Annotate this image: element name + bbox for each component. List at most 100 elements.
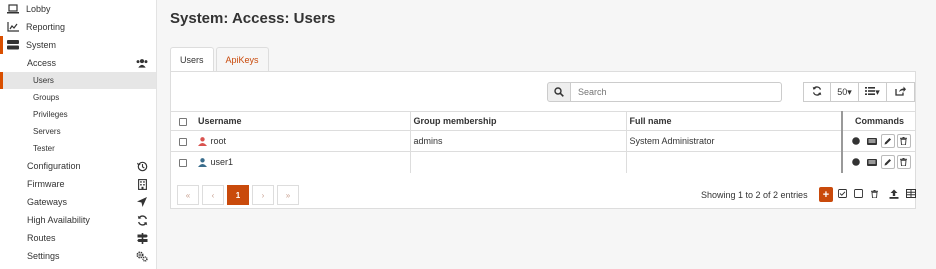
delete-selected-button[interactable]	[867, 187, 881, 202]
users-panel: 50 ▾ ▾ Username Group membership	[170, 71, 916, 209]
row-select-cell	[171, 130, 195, 152]
sidebar-item-label: Users	[33, 76, 54, 85]
group-membership-cell: admins	[409, 130, 626, 152]
row-commands	[846, 155, 913, 170]
username-cell: user1	[195, 151, 410, 173]
column-header-full-name[interactable]: Full name	[625, 111, 842, 131]
username-text: root	[210, 135, 227, 146]
refresh-icon	[136, 214, 148, 226]
refresh-button[interactable]	[803, 82, 831, 102]
edit-pencil-icon[interactable]	[880, 155, 895, 170]
sidebar-item-label: Tester	[33, 144, 55, 153]
sidebar-item-lobby[interactable]: Lobby	[0, 0, 156, 18]
keyboard-icon[interactable]	[865, 155, 879, 169]
edit-pencil-icon[interactable]	[880, 134, 895, 148]
table-view-button[interactable]	[904, 187, 918, 202]
sidebar-item-routes[interactable]: Routes	[0, 229, 156, 247]
search-input[interactable]	[571, 82, 782, 102]
sidebar-item-reporting[interactable]: Reporting	[0, 18, 156, 36]
status-dot-icon[interactable]	[849, 134, 863, 148]
table-header-row: Username Group membership Full name Comm…	[171, 111, 916, 131]
disable-selected-button[interactable]	[851, 187, 865, 202]
upload-icon	[889, 189, 899, 201]
trash-icon	[870, 189, 878, 200]
sidebar-item-high-availability[interactable]: High Availability	[0, 211, 156, 229]
first-page-button[interactable]: «	[177, 185, 199, 205]
check-square-icon	[837, 189, 847, 200]
username-cell: root	[195, 130, 410, 152]
pagination-summary: Showing 1 to 2 of 2 entries	[701, 190, 808, 200]
laptop-icon	[7, 4, 19, 14]
delete-trash-icon[interactable]	[896, 134, 911, 148]
list-icon	[865, 87, 876, 97]
column-header-username[interactable]: Username	[195, 111, 410, 131]
row-checkbox[interactable]	[179, 158, 187, 167]
last-page-button[interactable]: »	[277, 185, 299, 205]
user-icon	[198, 137, 207, 147]
sidebar: Lobby Reporting System Access Users Grou…	[0, 0, 157, 269]
server-icon	[7, 40, 19, 50]
search-icon[interactable]	[547, 82, 571, 102]
keyboard-icon[interactable]	[865, 134, 879, 148]
plus-icon: +	[822, 188, 830, 201]
sidebar-item-tester[interactable]: Tester	[0, 140, 156, 157]
sidebar-item-servers[interactable]: Servers	[0, 123, 156, 140]
table-row: user1	[171, 151, 916, 173]
sidebar-item-system[interactable]: System	[0, 36, 156, 54]
sidebar-item-settings[interactable]: Settings	[0, 247, 156, 265]
grid-toolbar: 50 ▾ ▾	[803, 82, 915, 102]
table-icon	[906, 189, 916, 200]
users-table: Username Group membership Full name Comm…	[171, 111, 916, 173]
row-select-cell	[171, 151, 195, 173]
sidebar-item-label: Settings	[27, 251, 60, 261]
pagination: « ‹ 1 › »	[177, 185, 302, 205]
building-icon	[136, 178, 148, 190]
prev-page-button[interactable]: ‹	[202, 185, 224, 205]
sidebar-item-firmware[interactable]: Firmware	[0, 175, 156, 193]
delete-trash-icon[interactable]	[896, 155, 911, 170]
search-group	[547, 82, 782, 102]
sidebar-item-label: High Availability	[27, 215, 90, 225]
bulk-actions: +	[819, 187, 881, 202]
rows-per-page-value: 50	[837, 87, 848, 97]
full-name-cell	[625, 151, 842, 173]
sidebar-item-label: Lobby	[26, 4, 51, 14]
row-checkbox[interactable]	[179, 137, 187, 146]
export-button[interactable]	[887, 82, 915, 102]
commands-cell	[841, 151, 916, 173]
sidebar-item-label: Servers	[33, 127, 61, 136]
sidebar-item-label: Routes	[27, 233, 56, 243]
columns-dropdown[interactable]: ▾	[859, 82, 887, 102]
enable-selected-button[interactable]	[835, 187, 849, 202]
select-all-cell	[171, 111, 195, 131]
sidebar-item-label: Configuration	[27, 161, 81, 171]
signpost-icon	[136, 232, 148, 244]
tab-users[interactable]: Users	[170, 47, 214, 72]
sidebar-item-label: System	[26, 40, 57, 50]
tab-bar: Users ApiKeys	[170, 47, 271, 72]
current-page-button[interactable]: 1	[227, 185, 249, 205]
rows-per-page-dropdown[interactable]: 50 ▾	[831, 82, 859, 102]
sidebar-item-label: Reporting	[26, 22, 66, 32]
group-membership-cell	[409, 151, 626, 173]
location-arrow-icon	[136, 196, 148, 208]
sidebar-item-label: Groups	[33, 93, 60, 102]
add-user-button[interactable]: +	[819, 187, 833, 202]
commands-cell	[841, 130, 916, 152]
sidebar-item-groups[interactable]: Groups	[0, 89, 156, 106]
column-header-group-membership[interactable]: Group membership	[409, 111, 626, 131]
caret-down-icon: ▾	[847, 86, 852, 97]
status-dot-icon[interactable]	[849, 155, 863, 169]
sidebar-item-configuration[interactable]: Configuration	[0, 157, 156, 175]
import-export-actions	[887, 187, 918, 202]
sidebar-item-access[interactable]: Access	[0, 54, 156, 72]
sidebar-item-gateways[interactable]: Gateways	[0, 193, 156, 211]
select-all-checkbox[interactable]	[179, 117, 187, 126]
tab-apikeys[interactable]: ApiKeys	[215, 47, 269, 71]
upload-button[interactable]	[887, 187, 901, 202]
sidebar-item-users[interactable]: Users	[0, 72, 156, 89]
next-page-button[interactable]: ›	[252, 185, 274, 205]
sidebar-item-privileges[interactable]: Privileges	[0, 106, 156, 123]
username-text: user1	[210, 157, 234, 168]
square-icon	[853, 189, 863, 200]
